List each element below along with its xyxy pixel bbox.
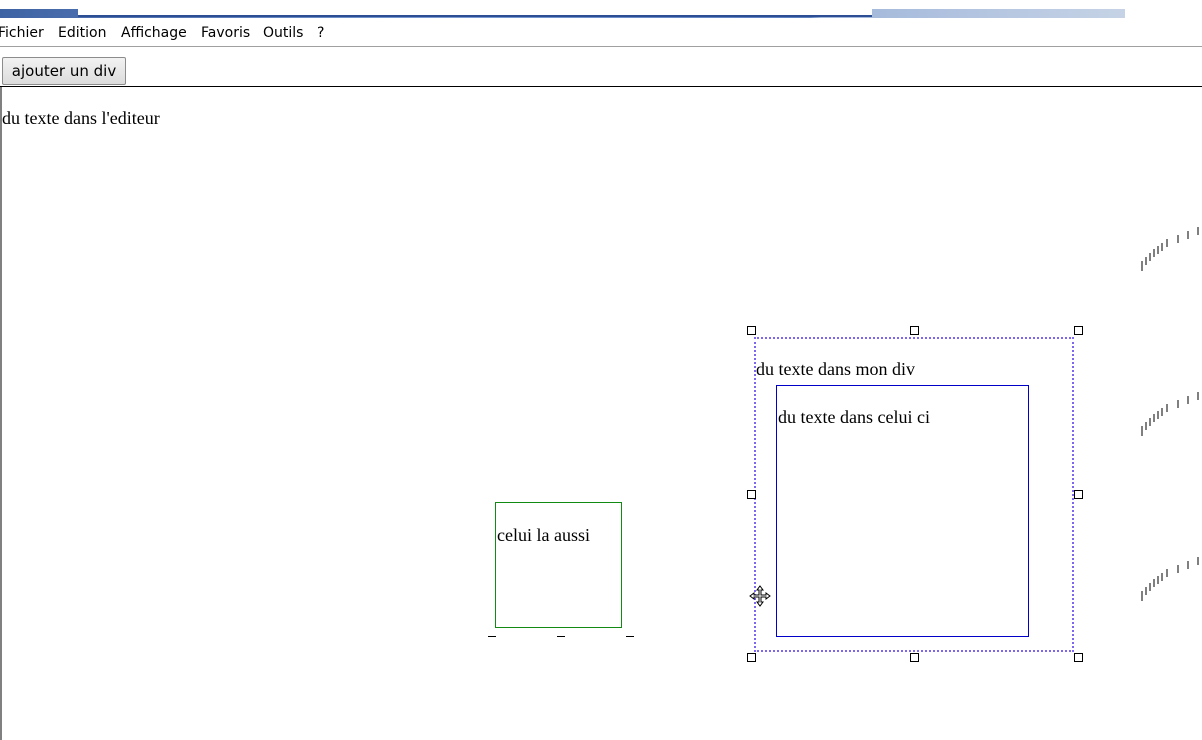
green-div-text[interactable]: celui la aussi xyxy=(497,525,590,546)
resize-handle-left[interactable] xyxy=(747,490,756,499)
rendering-artifact xyxy=(1141,557,1199,601)
resize-handle-bottom-left[interactable] xyxy=(747,653,756,662)
resize-handle-bottom-right[interactable] xyxy=(1074,653,1083,662)
editor-area[interactable]: du texte dans l'editeur celui la aussi d… xyxy=(0,87,1202,740)
resize-handle-right[interactable] xyxy=(1074,490,1083,499)
menu-fichier[interactable]: Fichier xyxy=(0,25,44,41)
menu-affichage[interactable]: Affichage xyxy=(121,25,187,41)
green-div-handle-center[interactable] xyxy=(557,636,565,637)
title-bar xyxy=(0,0,1202,18)
move-cursor-icon xyxy=(749,585,771,607)
menu-outils[interactable]: Outils xyxy=(263,25,303,41)
browser-window: Fichier Edition Affichage Favoris Outils… xyxy=(0,0,1202,740)
resize-handle-bottom[interactable] xyxy=(910,653,919,662)
toolbar: ajouter un div xyxy=(0,47,1202,87)
menu-edition[interactable]: Edition xyxy=(58,25,106,41)
address-bar-fragment xyxy=(78,9,872,17)
green-div-handle-right[interactable] xyxy=(626,636,634,637)
inner-blue-div[interactable]: du texte dans celui ci xyxy=(776,385,1029,637)
resize-handle-top-left[interactable] xyxy=(747,326,756,335)
editor-text[interactable]: du texte dans l'editeur xyxy=(2,108,160,129)
title-corner xyxy=(1125,9,1202,18)
inner-div-text[interactable]: du texte dans celui ci xyxy=(778,407,930,428)
green-div[interactable]: celui la aussi xyxy=(495,502,622,628)
add-div-button[interactable]: ajouter un div xyxy=(2,57,126,85)
green-div-handle-left[interactable] xyxy=(488,636,496,637)
resize-handle-top-right[interactable] xyxy=(1074,326,1083,335)
rendering-artifact xyxy=(1141,392,1199,436)
rendering-artifact xyxy=(1141,227,1199,271)
resize-handle-top[interactable] xyxy=(910,326,919,335)
selected-div-text[interactable]: du texte dans mon div xyxy=(756,359,915,380)
menu-bar: Fichier Edition Affichage Favoris Outils… xyxy=(0,18,1202,47)
menu-help[interactable]: ? xyxy=(317,25,324,41)
menu-favoris[interactable]: Favoris xyxy=(201,25,250,41)
